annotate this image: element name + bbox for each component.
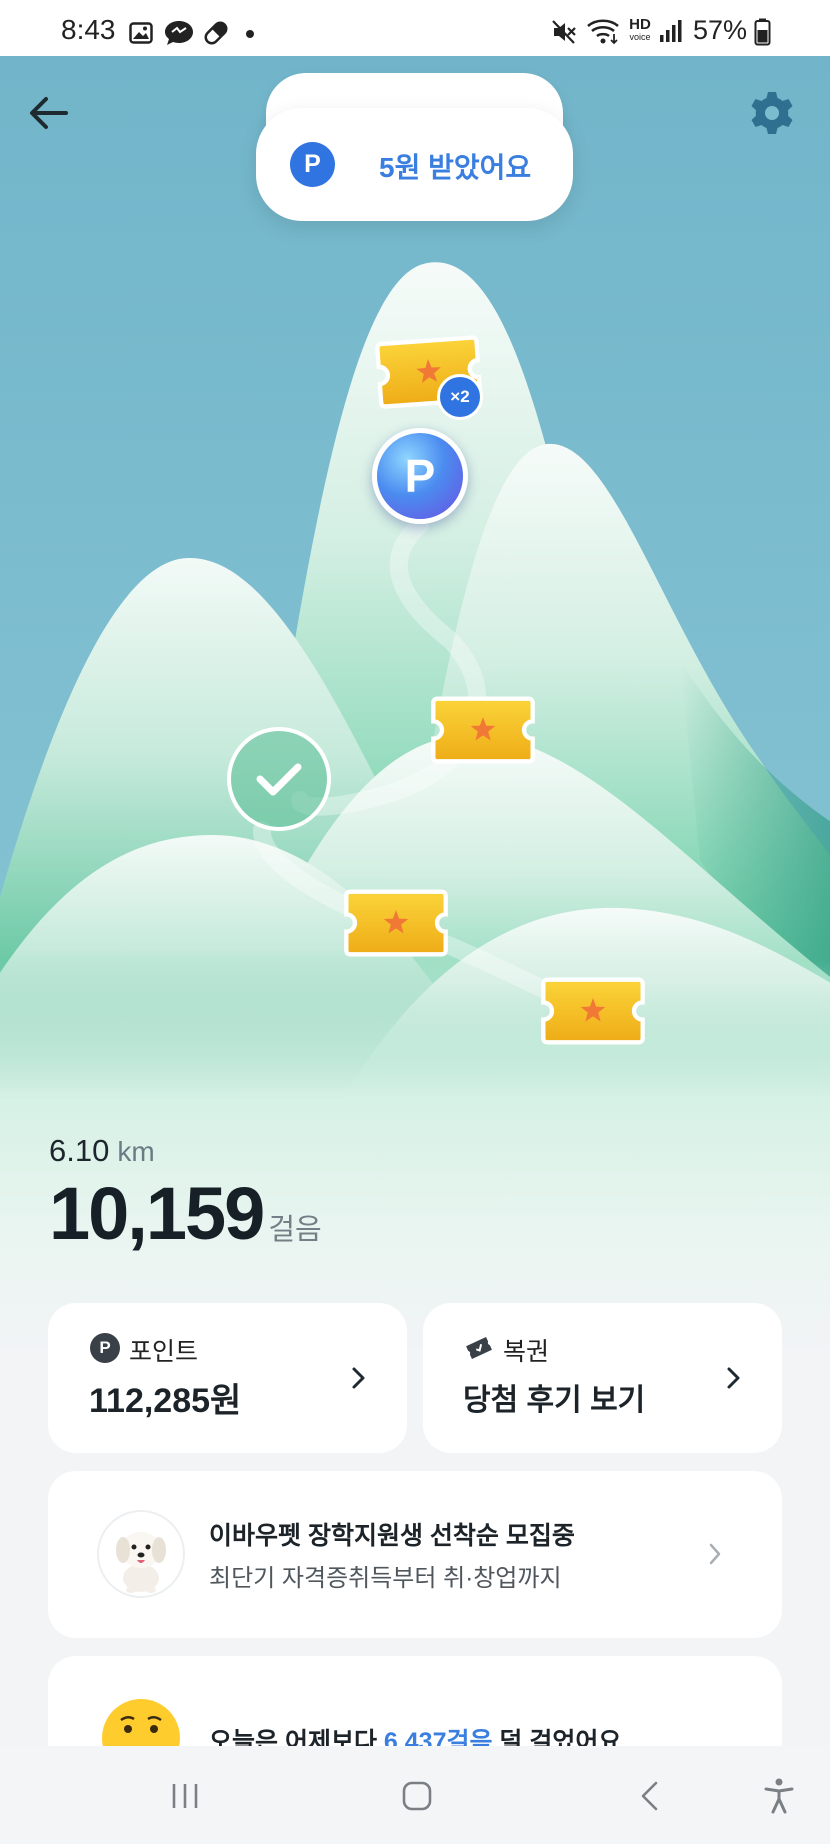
points-card[interactable]: P 포인트 112,285원 (48, 1303, 407, 1453)
arrow-left-icon[interactable] (26, 90, 72, 136)
battery-icon (754, 18, 771, 46)
reward-toast: P 5원 받았어요 (256, 108, 573, 221)
gear-icon[interactable] (748, 89, 796, 137)
messenger-icon (165, 21, 193, 45)
walk-stats: 6.10 km 10,159 걸음 (49, 1133, 322, 1251)
chevron-right-icon (709, 1543, 721, 1565)
chevron-right-icon (352, 1367, 365, 1389)
chevron-right-icon (727, 1367, 740, 1389)
dog-image (116, 1532, 166, 1593)
voice-label: voice (629, 32, 651, 42)
points-value: 112,285원 (89, 1382, 242, 1420)
accessibility-icon[interactable] (763, 1777, 795, 1815)
hd-label: HD (629, 16, 651, 33)
banner-title: 이바우펫 장학지원생 선착순 모집중 (209, 1522, 575, 1550)
distance-value: 6.10 (49, 1133, 110, 1168)
lottery-value: 당첨 후기 보기 (463, 1384, 646, 1417)
gallery-icon (129, 22, 153, 44)
battery-percent: 57% (693, 15, 748, 45)
back-icon[interactable] (638, 1780, 662, 1812)
ad-banner[interactable]: 이바우펫 장학지원생 선착순 모집중 최단기 자격증취득부터 취·창업까지 (48, 1471, 782, 1638)
bonus-badge: ×2 (437, 374, 483, 420)
ticket-marker-2[interactable] (429, 694, 537, 771)
clock: 8:43 (61, 14, 116, 45)
home-icon[interactable] (401, 1780, 433, 1812)
recent-apps-icon[interactable] (170, 1782, 200, 1810)
ticket-icon (541, 977, 645, 1045)
ticket-icon (431, 696, 535, 764)
ticket-small-icon (466, 1337, 492, 1359)
lottery-card[interactable]: 복권 당첨 후기 보기 (423, 1303, 782, 1453)
steps-unit: 걸음 (268, 1214, 322, 1246)
check-icon (256, 763, 302, 796)
dog-avatar (97, 1510, 185, 1598)
points-coin[interactable]: P (372, 428, 468, 524)
status-bar: 8:43 HD voice 57% (0, 0, 830, 56)
lottery-label: 복권 (503, 1338, 550, 1366)
wifi-icon (587, 19, 619, 45)
banner-subtitle: 최단기 자격증취득부터 취·창업까지 (209, 1565, 562, 1592)
ticket-marker-4[interactable] (539, 975, 647, 1052)
completed-checkpoint (227, 727, 331, 831)
points-label: 포인트 (129, 1338, 199, 1366)
system-nav-bar (0, 1746, 830, 1844)
points-icon: P (290, 142, 335, 187)
screen: 8:43 HD voice 57% P 5원 받았어요 ×2 P 6.10 km… (0, 0, 830, 1844)
toast-message: 5원 받았어요 (379, 152, 532, 183)
ticket-marker-3[interactable] (342, 887, 450, 964)
signal-icon (660, 20, 682, 42)
notification-dot (246, 30, 254, 38)
hd-voice-icon: HD voice (624, 17, 656, 45)
distance: 6.10 km (49, 1133, 322, 1169)
ticket-icon (344, 889, 448, 957)
pill-icon (204, 21, 228, 45)
distance-unit: km (117, 1136, 155, 1167)
points-icon: P (90, 1333, 120, 1363)
mute-icon (552, 20, 576, 44)
steps: 10,159 걸음 (49, 1177, 322, 1251)
steps-value: 10,159 (49, 1172, 265, 1255)
